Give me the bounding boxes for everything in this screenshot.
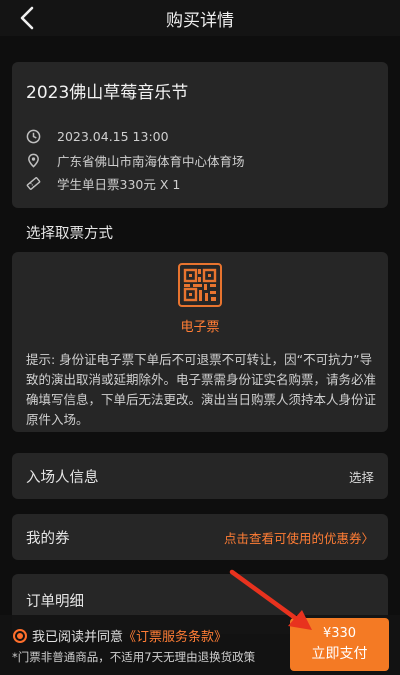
coupon-row[interactable]: 我的券 点击查看可使用的优惠券〉	[12, 514, 388, 560]
qr-code-icon	[183, 268, 217, 302]
coupon-title: 我的券	[26, 530, 70, 547]
purchase-notice: 提示: 身份证电子票下单后不可退票不可转让，因“不可抗力”导致的演出取消或延期除…	[26, 352, 377, 427]
event-time-row: 2023.04.15 13:00	[26, 129, 169, 144]
event-venue: 广东省佛山市南海体育中心体育场	[57, 154, 245, 169]
page-title: 购买详情	[166, 10, 234, 31]
event-datetime: 2023.04.15 13:00	[57, 129, 169, 144]
ticket-row: 学生单日票330元 X 1	[26, 174, 180, 193]
agree-radio[interactable]	[13, 629, 27, 643]
attendee-title: 入场人信息	[26, 469, 99, 486]
terms-link[interactable]: 《订票服务条款》	[123, 630, 227, 645]
event-title: 2023佛山草莓音乐节	[26, 83, 189, 103]
eticket-option[interactable]	[178, 263, 222, 307]
pay-now-label: 立即支付	[311, 645, 368, 662]
location-pin-icon	[28, 153, 39, 168]
event-venue-row: 广东省佛山市南海体育中心体育场	[26, 151, 245, 170]
agreement-text: 我已阅读并同意《订票服务条款》	[32, 626, 227, 645]
pickup-section-label: 选择取票方式	[26, 226, 113, 242]
pay-now-button[interactable]: ¥330 立即支付	[290, 618, 389, 671]
attendee-info-row[interactable]: 入场人信息 选择	[12, 453, 388, 499]
ticket-summary: 学生单日票330元 X 1	[57, 177, 181, 192]
attendee-select-link[interactable]: 选择	[349, 467, 374, 486]
top-nav-bar: 购买详情	[0, 0, 400, 36]
eticket-label: 电子票	[180, 320, 220, 335]
agree-prefix: 我已阅读并同意	[32, 630, 124, 645]
coupon-link[interactable]: 点击查看可使用的优惠券〉	[224, 528, 374, 547]
event-info-card: 2023佛山草莓音乐节 2023.04.15 13:00 广东省佛山市南海体育中…	[12, 62, 388, 208]
pickup-method-card: 电子票 提示: 身份证电子票下单后不可退票不可转让，因“不可抗力”导致的演出取消…	[12, 252, 388, 432]
total-price: ¥330	[322, 625, 357, 641]
ticket-icon	[26, 177, 41, 190]
refund-disclaimer: *门票非普通商品，不适用7天无理由退换货政策	[12, 650, 256, 664]
back-arrow-icon[interactable]	[16, 5, 42, 31]
clock-icon	[26, 129, 41, 144]
order-detail-title: 订单明细	[26, 594, 84, 610]
